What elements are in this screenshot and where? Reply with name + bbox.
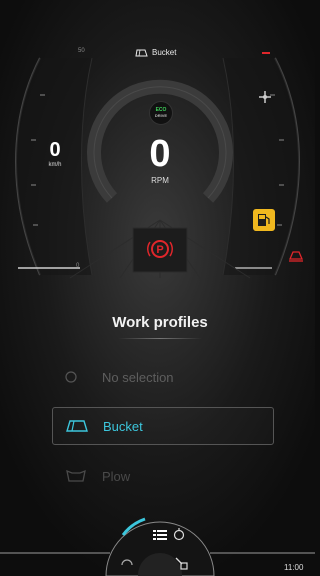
profile-option-bucket[interactable]: Bucket (52, 407, 274, 445)
eco-drive-indicator: ECO DRIVE (149, 101, 173, 125)
bucket-icon (65, 419, 95, 433)
rpm-unit: RPM (151, 176, 169, 185)
work-tools-icon[interactable] (174, 556, 188, 570)
rpm-gauge: 0 RPM (130, 134, 190, 185)
speed-value: 0 (49, 139, 61, 161)
speed-max-tick: 50 (78, 48, 85, 54)
list-menu-icon[interactable] (153, 530, 167, 540)
profile-option-no-selection[interactable]: No selection (52, 359, 272, 395)
speed-unit: km/h (48, 162, 62, 168)
work-profiles-title: Work profiles (112, 314, 208, 331)
active-profile-label: Bucket (152, 48, 177, 57)
plow-icon (64, 469, 94, 483)
rpm-value: 0 (149, 133, 171, 175)
fuel-warning-icon (253, 209, 275, 231)
parking-brake-icon: P (147, 240, 173, 258)
profile-option-plow[interactable]: Plow (52, 458, 272, 494)
bucket-icon (135, 49, 148, 56)
dashboard-screen: Bucket 50 0 0 km/h ECO DRIVE 0 RPM P Wor… (0, 0, 315, 576)
profile-option-label: Plow (102, 468, 131, 484)
svg-text:P: P (156, 244, 163, 256)
timer-icon[interactable] (173, 528, 185, 541)
fan-icon (259, 91, 271, 103)
drive-label: DRIVE (154, 113, 168, 118)
radio-circle-icon (64, 370, 94, 384)
speedometer: 0 km/h (45, 140, 65, 168)
profile-option-label: No selection (102, 369, 174, 385)
active-profile-indicator: Bucket (135, 48, 176, 57)
vehicle-warning-icon (289, 251, 303, 262)
clock: 11:00 (284, 563, 304, 572)
profile-option-label: Bucket (103, 418, 143, 434)
fuel-pump-icon (258, 214, 270, 226)
speed-min-tick: 0 (76, 263, 80, 269)
gauge-view-icon[interactable] (121, 556, 133, 566)
title-divider (118, 338, 202, 339)
